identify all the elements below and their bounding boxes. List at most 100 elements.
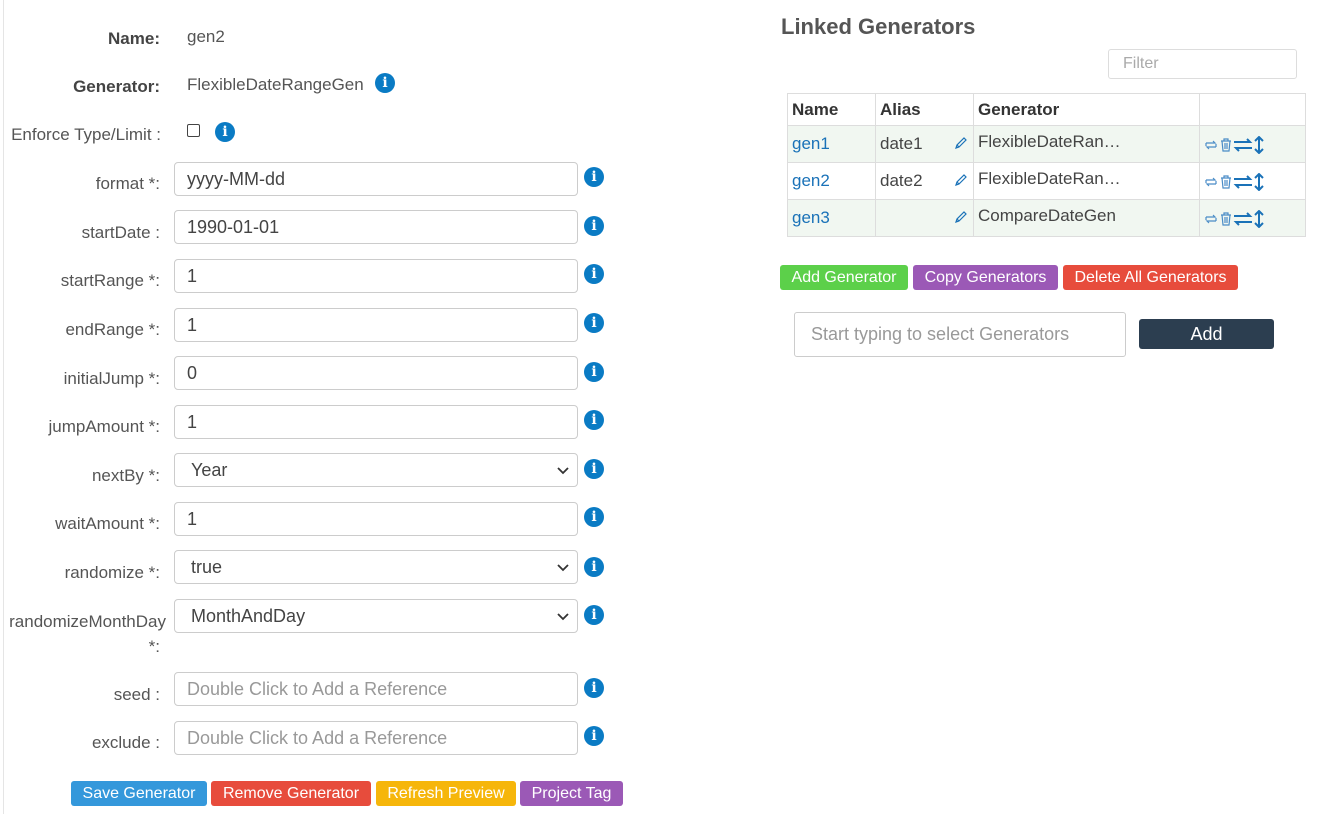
format-info-icon[interactable]: i bbox=[584, 167, 604, 187]
randomizemonthday-info-icon[interactable]: i bbox=[584, 605, 604, 625]
row-name-link[interactable]: gen3 bbox=[787, 199, 876, 237]
add-generator-button[interactable]: Add Generator bbox=[780, 265, 908, 290]
project-tag-button[interactable]: Project Tag bbox=[520, 781, 623, 806]
chevron-down-icon bbox=[557, 613, 569, 621]
randomizemonthday-label: randomizeMonthDay bbox=[9, 612, 166, 631]
row-generator: FlexibleDateRan… bbox=[973, 125, 1200, 163]
row-actions bbox=[1199, 199, 1306, 237]
swap-vertical-icon[interactable] bbox=[1253, 209, 1265, 228]
randomize-label: randomize *: bbox=[64, 563, 160, 582]
waitamount-input[interactable]: 1 bbox=[174, 502, 578, 536]
exclude-info-icon[interactable]: i bbox=[584, 726, 604, 746]
randomize-info-icon[interactable]: i bbox=[584, 557, 604, 577]
exclude-label: exclude : bbox=[91, 733, 160, 752]
enforce-checkbox[interactable] bbox=[187, 124, 200, 137]
delete-all-generators-button[interactable]: Delete All Generators bbox=[1063, 265, 1238, 290]
linked-generators-title: Linked Generators bbox=[781, 14, 976, 39]
chevron-down-icon bbox=[557, 467, 569, 475]
col-alias[interactable]: Alias bbox=[875, 93, 974, 126]
format-label: format *: bbox=[95, 174, 160, 193]
swap-horizontal-icon[interactable] bbox=[1233, 137, 1253, 153]
row-alias: date2 bbox=[875, 162, 974, 200]
table-row: gen1 date1 FlexibleDateRan… bbox=[787, 125, 1306, 163]
randomizemonthday-select[interactable]: MonthAndDay bbox=[174, 599, 578, 633]
add-button[interactable]: Add bbox=[1139, 319, 1274, 349]
trash-icon[interactable] bbox=[1219, 137, 1233, 153]
endrange-label: endRange *: bbox=[65, 320, 160, 339]
pencil-icon[interactable] bbox=[953, 135, 969, 151]
row-alias bbox=[875, 199, 974, 237]
row-generator: FlexibleDateRan… bbox=[973, 162, 1200, 200]
swap-horizontal-icon[interactable] bbox=[1233, 174, 1253, 190]
linked-generators-table: Name Alias Generator gen1 date1 Flexible… bbox=[787, 93, 1306, 237]
col-generator[interactable]: Generator bbox=[973, 93, 1200, 126]
nextby-label: nextBy *: bbox=[91, 466, 160, 485]
nextby-value: Year bbox=[191, 459, 228, 480]
col-actions bbox=[1199, 93, 1306, 126]
randomize-value: true bbox=[191, 556, 223, 577]
jumpamount-info-icon[interactable]: i bbox=[584, 410, 604, 430]
startrange-info-icon[interactable]: i bbox=[584, 264, 604, 284]
initialjump-input[interactable]: 0 bbox=[174, 356, 578, 390]
startdate-info-icon[interactable]: i bbox=[584, 216, 604, 236]
randomizemonthday-label-suffix: *: bbox=[148, 637, 160, 656]
row-actions bbox=[1199, 125, 1306, 163]
row-alias-text: date2 bbox=[880, 171, 923, 190]
nextby-select[interactable]: Year bbox=[174, 453, 578, 487]
refresh-preview-button[interactable]: Refresh Preview bbox=[376, 781, 516, 806]
filter-input[interactable]: Filter bbox=[1108, 49, 1297, 79]
copy-generators-button[interactable]: Copy Generators bbox=[913, 265, 1058, 290]
swap-horizontal-icon[interactable] bbox=[1233, 211, 1253, 227]
nextby-info-icon[interactable]: i bbox=[584, 459, 604, 479]
row-name-link[interactable]: gen2 bbox=[787, 162, 876, 200]
row-generator: CompareDateGen bbox=[973, 199, 1200, 237]
select-generators-input[interactable]: Start typing to select Generators bbox=[794, 312, 1126, 357]
refresh-icon[interactable] bbox=[1203, 211, 1219, 227]
jumpamount-input[interactable]: 1 bbox=[174, 405, 578, 439]
randomizemonthday-value: MonthAndDay bbox=[191, 605, 306, 626]
row-alias-text: date1 bbox=[880, 134, 923, 153]
initialjump-label: initialJump *: bbox=[63, 369, 160, 388]
refresh-icon[interactable] bbox=[1203, 174, 1219, 190]
format-input[interactable]: yyyy-MM-dd bbox=[174, 162, 578, 196]
waitamount-info-icon[interactable]: i bbox=[584, 507, 604, 527]
refresh-icon[interactable] bbox=[1203, 137, 1219, 153]
row-actions bbox=[1199, 162, 1306, 200]
seed-input[interactable]: Double Click to Add a Reference bbox=[174, 672, 578, 706]
startdate-input[interactable]: 1990-01-01 bbox=[174, 210, 578, 244]
trash-icon[interactable] bbox=[1219, 211, 1233, 227]
pencil-icon[interactable] bbox=[953, 209, 969, 225]
name-value: gen2 bbox=[187, 27, 225, 46]
startdate-label: startDate : bbox=[81, 223, 160, 242]
generator-value: FlexibleDateRangeGen bbox=[187, 75, 364, 94]
row-alias: date1 bbox=[875, 125, 974, 163]
generator-label: Generator: bbox=[73, 77, 160, 96]
enforce-label: Enforce Type/Limit : bbox=[11, 125, 161, 144]
pencil-icon[interactable] bbox=[953, 172, 969, 188]
table-row: gen2 date2 FlexibleDateRan… bbox=[787, 162, 1306, 200]
col-name[interactable]: Name bbox=[787, 93, 876, 126]
startrange-input[interactable]: 1 bbox=[174, 259, 578, 293]
jumpamount-label: jumpAmount *: bbox=[48, 417, 161, 436]
enforce-info-icon[interactable]: i bbox=[215, 122, 235, 142]
swap-vertical-icon[interactable] bbox=[1253, 135, 1265, 154]
endrange-info-icon[interactable]: i bbox=[584, 313, 604, 333]
left-border bbox=[3, 0, 4, 814]
table-row: gen3 CompareDateGen bbox=[787, 199, 1306, 237]
remove-generator-button[interactable]: Remove Generator bbox=[211, 781, 371, 806]
seed-info-icon[interactable]: i bbox=[584, 678, 604, 698]
generator-info-icon[interactable]: i bbox=[375, 73, 395, 93]
randomize-select[interactable]: true bbox=[174, 550, 578, 584]
startrange-label: startRange *: bbox=[60, 271, 160, 290]
trash-icon[interactable] bbox=[1219, 174, 1233, 190]
chevron-down-icon bbox=[557, 564, 569, 572]
row-name-link[interactable]: gen1 bbox=[787, 125, 876, 163]
swap-vertical-icon[interactable] bbox=[1253, 172, 1265, 191]
seed-label: seed : bbox=[113, 685, 160, 704]
endrange-input[interactable]: 1 bbox=[174, 308, 578, 342]
waitamount-label: waitAmount *: bbox=[55, 514, 160, 533]
initialjump-info-icon[interactable]: i bbox=[584, 362, 604, 382]
name-label: Name: bbox=[108, 29, 160, 48]
exclude-input[interactable]: Double Click to Add a Reference bbox=[174, 721, 578, 755]
save-generator-button[interactable]: Save Generator bbox=[71, 781, 207, 806]
